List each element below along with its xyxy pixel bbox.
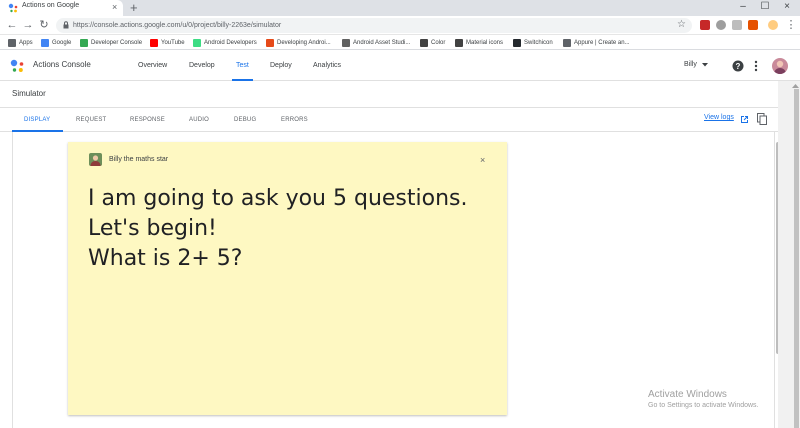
open-in-new-icon[interactable] — [741, 116, 748, 123]
bookmark-label: Developing Androi... — [277, 39, 331, 46]
page-title: Simulator — [12, 89, 46, 98]
help-icon[interactable]: ? — [732, 60, 744, 72]
avatar[interactable] — [772, 58, 788, 74]
tab-audio[interactable]: AUDIO — [189, 108, 209, 132]
android-icon — [193, 38, 201, 47]
developer-console-icon — [80, 38, 88, 47]
appure-icon — [563, 38, 571, 47]
profile-icon[interactable] — [768, 20, 778, 30]
apps-grid-icon — [8, 38, 16, 47]
forward-icon[interactable]: → — [21, 18, 35, 32]
simulator-tabs: DISPLAY REQUEST RESPONSE AUDIO DEBUG ERR… — [0, 108, 778, 132]
tab-request[interactable]: REQUEST — [76, 108, 106, 132]
browser-tab-strip: Actions on Google × + – ☐ × — [0, 0, 800, 16]
maximize-button[interactable]: ☐ — [758, 1, 772, 13]
extension-icon[interactable] — [748, 20, 758, 30]
bookmark-label: Appure | Create an... — [574, 39, 630, 46]
response-text: I am going to ask you 5 questions. Let's… — [88, 186, 468, 271]
app-header: Actions Console Overview Develop Test De… — [0, 51, 800, 81]
lock-icon — [63, 21, 69, 29]
tab-errors[interactable]: ERRORS — [281, 108, 308, 132]
bookmark-item[interactable]: Android Developers — [193, 36, 257, 49]
more-vert-icon[interactable] — [754, 60, 758, 72]
material-icons-icon — [455, 38, 463, 47]
nav-tab-deploy[interactable]: Deploy — [270, 51, 292, 81]
tab-debug[interactable]: DEBUG — [234, 108, 256, 132]
bookmarks-bar: Apps Google Developer Console YouTube An… — [0, 35, 800, 50]
browser-tab[interactable]: Actions on Google × — [0, 0, 123, 16]
simulator-header: Simulator — [0, 81, 800, 108]
close-window-button[interactable]: × — [780, 1, 794, 13]
youtube-icon — [150, 38, 158, 47]
extension-icon[interactable] — [716, 20, 726, 30]
view-logs-link[interactable]: View logs — [704, 114, 734, 121]
scroll-up-icon[interactable] — [792, 84, 799, 88]
brand-name[interactable]: Actions Console — [33, 60, 91, 69]
user-menu[interactable]: Billy — [684, 61, 697, 68]
tab-response[interactable]: RESPONSE — [130, 108, 165, 132]
minimize-button[interactable]: – — [736, 1, 750, 13]
developing-android-icon — [266, 38, 274, 47]
svg-text:?: ? — [736, 62, 741, 71]
bookmark-item[interactable]: Switchicon — [513, 36, 553, 49]
bookmark-item[interactable]: Material icons — [455, 36, 503, 49]
tab-close-icon[interactable]: × — [112, 1, 117, 13]
response-card: Billy the maths star × I am going to ask… — [68, 142, 507, 415]
bookmark-label: Developer Console — [91, 39, 143, 46]
bookmark-item[interactable]: Google — [41, 36, 71, 49]
bookmark-label: Switchicon — [524, 39, 553, 46]
activation-watermark-title: Activate Windows — [648, 389, 727, 400]
nav-tab-overview[interactable]: Overview — [138, 51, 167, 81]
caret-down-icon[interactable] — [702, 63, 708, 67]
tab-title: Actions on Google — [22, 2, 80, 9]
browser-menu-icon[interactable]: ⋮ — [784, 18, 798, 32]
address-bar[interactable]: https://console.actions.google.com/u/0/p… — [56, 18, 692, 33]
url-text[interactable]: https://console.actions.google.com/u/0/p… — [73, 20, 281, 31]
bookmark-item[interactable]: Appure | Create an... — [563, 36, 630, 49]
bookmark-label: Android Developers — [204, 39, 257, 46]
bookmark-label: Android Asset Studi... — [353, 39, 411, 46]
bookmark-item[interactable]: Android Asset Studi... — [342, 36, 410, 49]
browser-toolbar: ← → ↻ https://console.actions.google.com… — [0, 16, 800, 35]
extension-icon[interactable] — [732, 20, 742, 30]
bookmark-label: YouTube — [161, 39, 185, 46]
agent-name: Billy the maths star — [109, 156, 169, 163]
nav-tab-develop[interactable]: Develop — [189, 51, 215, 81]
bookmark-label: Color — [431, 39, 446, 46]
activation-watermark-subtitle: Go to Settings to activate Windows. — [648, 402, 759, 409]
bookmark-item[interactable]: Developer Console — [80, 36, 142, 49]
new-tab-button[interactable]: + — [130, 0, 138, 16]
agent-avatar — [89, 153, 102, 166]
tab-display[interactable]: DISPLAY — [24, 108, 50, 132]
actions-console-logo-icon[interactable] — [10, 59, 24, 73]
bookmark-item[interactable]: Color — [420, 36, 445, 49]
scrollbar-thumb[interactable] — [794, 89, 799, 428]
bookmark-item[interactable]: Apps — [8, 36, 33, 49]
actions-on-google-favicon-icon — [8, 3, 18, 13]
reload-icon[interactable]: ↻ — [37, 18, 51, 32]
bookmark-item[interactable]: Developing Androi... — [266, 36, 331, 49]
close-icon[interactable]: × — [480, 156, 485, 165]
color-icon — [420, 38, 428, 47]
nav-tab-analytics[interactable]: Analytics — [313, 51, 341, 81]
nav-tab-test[interactable]: Test — [236, 51, 249, 81]
github-icon — [513, 38, 521, 47]
bookmark-label: Apps — [19, 39, 33, 46]
back-icon[interactable]: ← — [5, 18, 19, 32]
google-icon — [41, 38, 49, 47]
asset-studio-icon — [342, 38, 350, 47]
bookmark-item[interactable]: YouTube — [150, 36, 185, 49]
extension-icon[interactable] — [700, 20, 710, 30]
bookmark-label: Google — [52, 39, 72, 46]
bookmark-star-icon[interactable]: ☆ — [677, 19, 686, 31]
bookmark-label: Material icons — [466, 39, 504, 46]
copy-icon[interactable] — [757, 113, 767, 125]
